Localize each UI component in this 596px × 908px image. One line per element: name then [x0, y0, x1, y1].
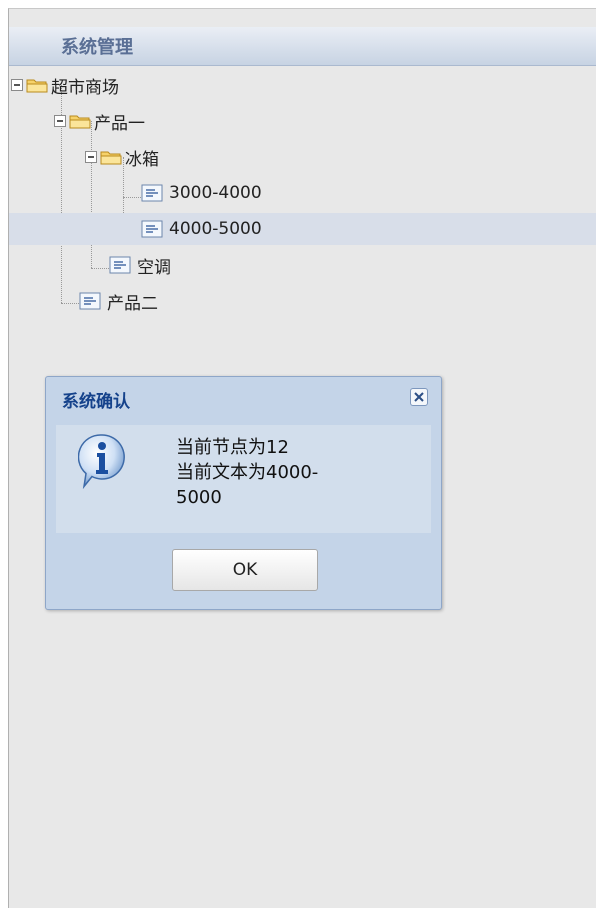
tree-node-product2[interactable]: 产品二 — [79, 285, 158, 317]
ok-button[interactable]: OK — [172, 549, 318, 591]
tree-node-product1[interactable]: 产品一 — [54, 105, 145, 137]
tree-node-label: 产品二 — [107, 293, 158, 314]
tree-node-label: 冰箱 — [125, 149, 159, 170]
collapse-toggle-icon[interactable] — [54, 115, 66, 127]
tree-line — [123, 197, 141, 198]
tree-node-range-4000-5000[interactable]: 4000-5000 — [9, 213, 596, 245]
tree-line — [61, 303, 79, 304]
info-icon — [78, 434, 125, 489]
tree-line — [91, 268, 109, 269]
folder-open-icon — [26, 79, 48, 93]
leaf-node-icon — [141, 220, 163, 238]
tree-node-range-3000-4000[interactable]: 3000-4000 — [141, 177, 262, 209]
confirm-dialog: 系统确认 当前节点为12 当前文本为4000- 5000 OK — [45, 376, 442, 610]
tree-node-fridge[interactable]: 冰箱 — [85, 141, 159, 173]
dialog-body: 当前节点为12 当前文本为4000- 5000 — [56, 425, 431, 533]
tree-node-label: 4000-5000 — [169, 219, 262, 239]
message-line: 当前节点为12 — [176, 437, 289, 458]
leaf-node-icon — [79, 292, 101, 310]
tree-node-label: 空调 — [137, 257, 171, 278]
tree-node-label: 3000-4000 — [169, 183, 262, 203]
tree-node-label: 产品一 — [94, 113, 145, 134]
folder-open-icon — [100, 151, 122, 165]
leaf-node-icon — [141, 184, 163, 202]
leaf-node-icon — [109, 256, 131, 274]
panel-header: 系统管理 — [9, 27, 596, 66]
message-line: 5000 — [176, 487, 222, 508]
close-x-glyph — [414, 392, 424, 402]
tree-node-label: 超市商场 — [51, 77, 119, 98]
close-icon[interactable] — [410, 388, 428, 406]
panel-title: 系统管理 — [61, 37, 133, 58]
tree-node-aircon[interactable]: 空调 — [109, 249, 171, 281]
collapse-toggle-icon[interactable] — [11, 79, 23, 91]
folder-open-icon — [69, 115, 91, 129]
dialog-title: 系统确认 — [62, 392, 130, 412]
tree-node-root[interactable]: 超市商场 — [11, 69, 119, 101]
dialog-message: 当前节点为12 当前文本为4000- 5000 — [176, 435, 318, 510]
message-line: 当前文本为4000- — [176, 462, 319, 483]
collapse-toggle-icon[interactable] — [85, 151, 97, 163]
